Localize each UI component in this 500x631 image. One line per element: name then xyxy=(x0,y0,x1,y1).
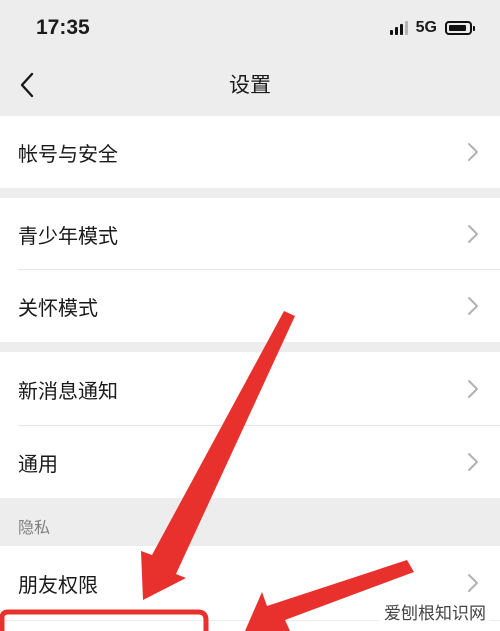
network-type: 5G xyxy=(415,19,437,36)
chevron-right-icon xyxy=(468,297,478,315)
settings-item-label: 帐号与安全 xyxy=(18,141,118,166)
status-time: 17:35 xyxy=(36,16,90,39)
battery-icon xyxy=(445,21,475,35)
settings-item-label: 通用 xyxy=(18,451,58,476)
settings-item-general[interactable]: 通用 xyxy=(0,426,500,498)
settings-item-label: 新消息通知 xyxy=(18,378,118,403)
settings-item-label: 青少年模式 xyxy=(18,223,118,248)
status-indicators: 5G xyxy=(389,19,475,37)
signal-icon xyxy=(389,21,408,35)
nav-bar: 设置 xyxy=(0,56,500,114)
chevron-right-icon xyxy=(468,225,478,243)
settings-item-label: 朋友权限 xyxy=(18,572,98,597)
watermark: 爱刨根知识网 xyxy=(380,598,490,625)
status-bar: 17:35 5G xyxy=(0,0,500,56)
chevron-right-icon xyxy=(468,453,478,471)
page-title: 设置 xyxy=(229,73,271,97)
chevron-right-icon xyxy=(468,380,478,398)
settings-item-youth-mode[interactable]: 青少年模式 xyxy=(0,198,500,270)
settings-item-care-mode[interactable]: 关怀模式 xyxy=(0,270,500,342)
chevron-right-icon xyxy=(468,574,478,592)
settings-item-notifications[interactable]: 新消息通知 xyxy=(0,352,500,426)
chevron-right-icon xyxy=(468,143,478,161)
settings-item-account-security[interactable]: 帐号与安全 xyxy=(0,116,500,188)
settings-item-label: 关怀模式 xyxy=(18,295,98,320)
section-label-privacy: 隐私 xyxy=(18,518,51,537)
